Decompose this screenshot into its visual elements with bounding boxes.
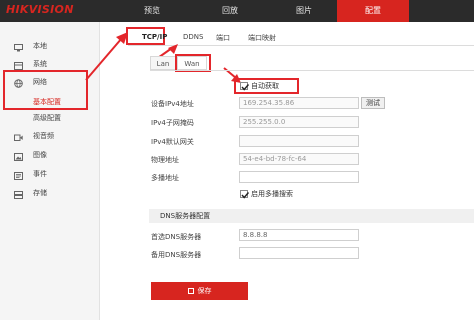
sidebar-item-label: 视音频 xyxy=(33,132,54,140)
sidebar-item-label: 本地 xyxy=(33,42,47,50)
nav-tab-playback[interactable]: 回放 xyxy=(191,0,269,22)
sidebar-item-event[interactable]: 事件 xyxy=(0,166,100,182)
nav-tab-picture[interactable]: 图片 xyxy=(269,0,339,22)
preferred-dns-field[interactable]: 8.8.8.8 xyxy=(239,229,359,241)
auto-get-checkbox[interactable] xyxy=(240,82,250,91)
tab-ddns[interactable]: DDNS xyxy=(183,33,203,41)
auto-get-label: 自动获取 xyxy=(251,82,279,90)
tab-tcpip[interactable]: TCP/IP xyxy=(142,33,167,41)
sidebar-item-label: 事件 xyxy=(33,170,47,178)
top-nav-bar: HIKVISION 预览 回放 图片 配置 xyxy=(0,0,474,22)
default-gateway-label: IPv4默认网关 xyxy=(151,138,194,146)
storage-icon xyxy=(14,189,23,199)
monitor-icon xyxy=(14,42,23,52)
subnet-mask-label: IPv4子网掩码 xyxy=(151,119,194,127)
save-button-label: 保存 xyxy=(197,287,212,295)
alternate-dns-label: 备用DNS服务器 xyxy=(151,251,202,259)
sidebar-item-video-audio[interactable]: 视音频 xyxy=(0,128,100,144)
annotation-arrow-icon xyxy=(85,32,128,81)
annotation-box-network xyxy=(3,70,88,110)
alternate-dns-field[interactable] xyxy=(239,247,359,259)
video-icon xyxy=(14,132,23,141)
multicast-address-label: 多播地址 xyxy=(151,174,179,182)
save-icon xyxy=(187,288,194,294)
sidebar-item-image[interactable]: 图像 xyxy=(0,147,100,163)
nav-tab-configuration[interactable]: 配置 xyxy=(337,0,409,22)
nav-tab-preview[interactable]: 预览 xyxy=(113,0,191,22)
inner-tab-divider xyxy=(150,70,474,71)
sidebar-subitem-advanced-config[interactable]: 高级配置 xyxy=(0,111,100,126)
tab-lan[interactable]: Lan xyxy=(150,56,176,70)
sidebar-item-label: 存储 xyxy=(33,189,47,197)
test-button[interactable]: 测试 xyxy=(361,97,385,109)
system-icon xyxy=(14,60,23,70)
multicast-search-checkbox[interactable] xyxy=(240,190,250,199)
save-button[interactable]: 保存 xyxy=(151,282,248,300)
sidebar-subitem-label: 高级配置 xyxy=(33,114,61,122)
brand-logo: HIKVISION xyxy=(6,3,74,16)
multicast-search-label: 启用多播搜索 xyxy=(251,190,293,198)
default-gateway-field[interactable] xyxy=(239,135,359,147)
preferred-dns-label: 首选DNS服务器 xyxy=(151,233,202,241)
mac-address-label: 物理地址 xyxy=(151,156,179,164)
tab-port[interactable]: 端口 xyxy=(216,33,230,43)
sidebar-item-storage[interactable]: 存储 xyxy=(0,185,100,201)
ipv4-address-label: 设备IPv4地址 xyxy=(151,100,194,108)
tab-port-mapping[interactable]: 端口映射 xyxy=(248,33,276,43)
image-icon xyxy=(14,151,23,161)
subnet-mask-field[interactable]: 255.255.0.0 xyxy=(239,116,359,128)
dns-section-title: DNS服务器配置 xyxy=(160,212,211,220)
mac-address-field: 54-e4-bd-78-fc-64 xyxy=(239,153,359,165)
ipv4-address-field[interactable]: 169.254.35.86 xyxy=(239,97,359,109)
multicast-address-field[interactable] xyxy=(239,171,359,183)
sidebar-item-label: 图像 xyxy=(33,151,47,159)
event-icon xyxy=(14,170,23,180)
